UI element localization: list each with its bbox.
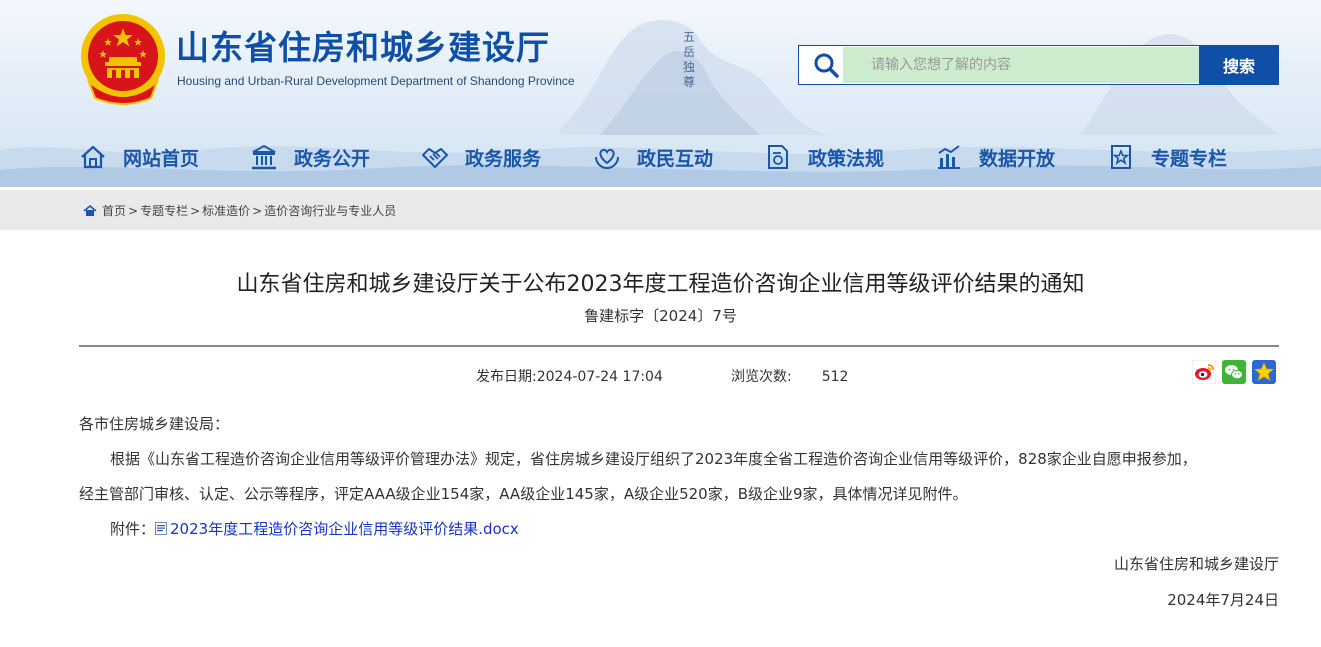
- heart-hands-icon: [595, 148, 619, 170]
- search-bar: 搜索: [798, 45, 1279, 85]
- breadcrumb-separator: >: [252, 203, 263, 218]
- breadcrumb-cost-consulting[interactable]: 造价咨询行业与专业人员: [264, 202, 396, 219]
- nav-item-government-services[interactable]: 政务服务: [421, 135, 541, 179]
- home-icon: [81, 145, 105, 169]
- site-subtitle: Housing and Urban-Rural Development Depa…: [177, 74, 575, 88]
- nav-label: 政务公开: [294, 147, 371, 170]
- national-emblem-logo: [81, 14, 165, 105]
- government-building-icon: [252, 144, 276, 170]
- breadcrumb-separator: >: [128, 203, 139, 218]
- publish-date: 发布日期:2024-07-24 17:04: [476, 366, 663, 386]
- issuer-signature: 山东省住房和城乡建设厅: [1113, 555, 1279, 573]
- article-title: 山东省住房和城乡建设厅关于公布2023年度工程造价咨询企业信用等级评价结果的通知: [236, 272, 1085, 297]
- nav-label: 网站首页: [123, 147, 200, 170]
- nav-label: 数据开放: [979, 147, 1056, 170]
- nav-label: 政民互动: [637, 147, 714, 170]
- nav-item-open-data[interactable]: 数据开放: [935, 135, 1055, 179]
- star-document-icon: [1111, 145, 1131, 169]
- attachment-label: 附件：: [110, 520, 156, 538]
- body-paragraph-line2: 经主管部门审核、认定、公示等程序，评定AAA级企业154家，AA级企业145家，…: [79, 485, 968, 503]
- document-seal-icon: [768, 145, 788, 169]
- view-count-value: 512: [821, 369, 849, 385]
- document-number: 鲁建标字〔2024〕7号: [584, 307, 737, 325]
- nav-label: 专题专栏: [1151, 147, 1228, 170]
- breadcrumb: 首页 > 专题专栏 > 标准造价 > 造价咨询行业与专业人员: [83, 202, 396, 219]
- mountain-carving-text: 五岳独尊: [683, 30, 696, 89]
- body-paragraph-line1: 根据《山东省工程造价咨询企业信用等级评价管理办法》规定，省住房城乡建设厅组织了2…: [110, 450, 1197, 468]
- nav-item-policies-regulations[interactable]: 政策法规: [764, 135, 884, 179]
- site-title: 山东省住房和城乡建设厅: [176, 28, 550, 67]
- favorite-star-icon[interactable]: [1252, 360, 1276, 384]
- title-divider: [79, 345, 1279, 347]
- nav-item-government-affairs[interactable]: 政务公开: [250, 135, 370, 179]
- wechat-icon[interactable]: [1222, 360, 1246, 384]
- nav-item-special-topics[interactable]: 专题专栏: [1107, 135, 1227, 179]
- breadcrumb-bar: 首页 > 专题专栏 > 标准造价 > 造价咨询行业与专业人员: [0, 190, 1321, 230]
- salutation: 各市住房城乡建设局：: [79, 415, 230, 433]
- home-icon: [83, 204, 97, 216]
- site-header: 五岳独尊 山东省住房和城乡建设厅 Housing and Urban-Rural…: [0, 0, 1321, 187]
- nav-item-home[interactable]: 网站首页: [79, 135, 199, 179]
- search-box: [798, 45, 1201, 85]
- search-button[interactable]: 搜索: [1199, 45, 1279, 85]
- breadcrumb-special-topics[interactable]: 专题专栏: [140, 202, 188, 219]
- breadcrumb-home[interactable]: 首页: [102, 202, 126, 219]
- nav-label: 政策法规: [808, 147, 885, 170]
- attachment-link[interactable]: 2023年度工程造价咨询企业信用等级评价结果.docx: [170, 520, 519, 538]
- publish-date-label: 发布日期:: [476, 369, 537, 385]
- nav-label: 政务服务: [465, 147, 542, 170]
- handshake-icon: [422, 148, 448, 168]
- publish-date-value: 2024-07-24 17:04: [536, 369, 663, 385]
- view-count-label: 浏览次数:: [731, 369, 792, 385]
- issue-date: 2024年7月24日: [1167, 591, 1279, 609]
- bar-chart-icon: [938, 145, 960, 169]
- breadcrumb-separator: >: [190, 203, 201, 218]
- search-input[interactable]: [843, 47, 1199, 83]
- view-count: 浏览次数: 512: [731, 366, 848, 386]
- nav-item-public-interaction[interactable]: 政民互动: [593, 135, 713, 179]
- word-document-icon: [155, 522, 168, 535]
- breadcrumb-standard-cost[interactable]: 标准造价: [202, 202, 250, 219]
- weibo-icon[interactable]: [1192, 360, 1216, 384]
- main-nav: 网站首页 政务公开 政务服务 政民互动 政策法规 数据开放 专题专栏: [0, 135, 1321, 179]
- attachment-row: 附件： 2023年度工程造价咨询企业信用等级评价结果.docx: [110, 518, 519, 539]
- search-icon[interactable]: [813, 52, 839, 78]
